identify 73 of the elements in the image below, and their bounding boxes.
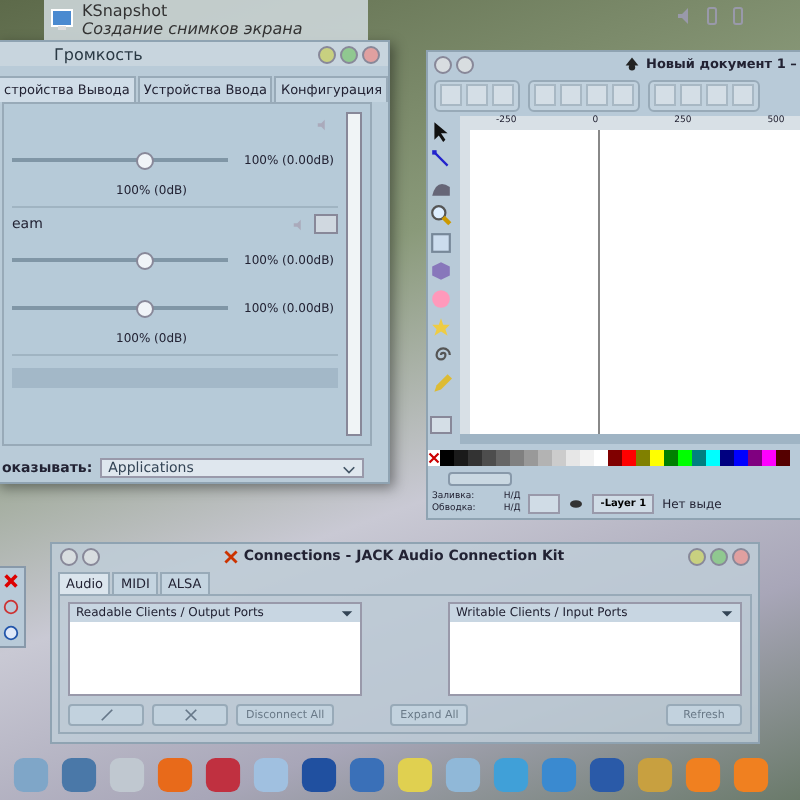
- cube-icon[interactable]: [430, 260, 452, 282]
- caret-icon: [342, 461, 357, 475]
- mute-button[interactable]: [314, 214, 338, 234]
- connector-icon: [223, 549, 238, 563]
- toolbar-button[interactable]: [680, 84, 702, 106]
- rectangle-icon[interactable]: [430, 232, 452, 254]
- app-icon: [624, 56, 640, 72]
- info-icon[interactable]: [2, 624, 20, 642]
- cross-icon: [183, 708, 197, 722]
- color-swatch[interactable]: [552, 450, 566, 466]
- maximize-button[interactable]: [709, 547, 728, 565]
- color-swatch[interactable]: [692, 450, 706, 466]
- color-swatch[interactable]: [762, 450, 776, 466]
- circle-icon[interactable]: [430, 288, 452, 310]
- close-button[interactable]: [362, 45, 380, 63]
- toolbar-button[interactable]: [654, 84, 676, 106]
- minimize-button[interactable]: [318, 45, 336, 63]
- toolbar-button[interactable]: [706, 84, 728, 106]
- color-swatch[interactable]: [706, 450, 720, 466]
- color-swatch[interactable]: [608, 450, 622, 466]
- minimize-button[interactable]: [687, 547, 706, 565]
- color-swatch[interactable]: [720, 450, 734, 466]
- close-button[interactable]: [731, 547, 750, 565]
- color-swatch[interactable]: [580, 450, 594, 466]
- color-swatch[interactable]: [650, 450, 664, 466]
- monitor-icon: [50, 8, 74, 32]
- scrollbar[interactable]: [346, 112, 362, 436]
- zoom-icon[interactable]: [430, 204, 452, 226]
- more-tools-button[interactable]: [430, 416, 452, 434]
- toolbar-button[interactable]: [732, 84, 754, 106]
- color-swatch[interactable]: [510, 450, 524, 466]
- no-color-icon[interactable]: [428, 450, 440, 466]
- toolbar-button[interactable]: [492, 84, 514, 106]
- toolbar-button[interactable]: [440, 84, 462, 106]
- color-swatch[interactable]: [538, 450, 552, 466]
- close-icon[interactable]: [2, 572, 20, 590]
- color-swatch[interactable]: [496, 450, 510, 466]
- color-swatch[interactable]: [524, 450, 538, 466]
- speaker-icon: [292, 217, 306, 231]
- toolbar-button[interactable]: [586, 84, 608, 106]
- color-swatch[interactable]: [566, 450, 580, 466]
- plug-icon: [99, 708, 113, 722]
- toolbar-button[interactable]: [560, 84, 582, 106]
- notification-text: Создание снимков экрана: [82, 20, 303, 38]
- spiral-icon[interactable]: [430, 344, 452, 366]
- toolbar-button[interactable]: [612, 84, 634, 106]
- scrollbar[interactable]: [460, 434, 800, 444]
- pointer-icon[interactable]: [430, 120, 452, 142]
- caret-icon: [340, 606, 354, 620]
- toolbar-button[interactable]: [466, 84, 488, 106]
- color-swatch[interactable]: [776, 450, 790, 466]
- color-swatch[interactable]: [482, 450, 496, 466]
- eye-icon[interactable]: [568, 498, 585, 510]
- color-swatch[interactable]: [594, 450, 608, 466]
- notification-title: KSnapshot: [82, 2, 170, 20]
- window-title: Громкость: [54, 45, 143, 63]
- color-swatch[interactable]: [678, 450, 692, 466]
- color-swatch[interactable]: [454, 450, 468, 466]
- color-swatch[interactable]: [748, 450, 762, 466]
- maximize-button[interactable]: [340, 45, 358, 63]
- star-icon[interactable]: [430, 316, 452, 338]
- color-swatch[interactable]: [440, 450, 454, 466]
- speaker-icon: [316, 117, 330, 131]
- scrollbar[interactable]: [448, 472, 512, 486]
- color-swatch[interactable]: [664, 450, 678, 466]
- color-swatch[interactable]: [622, 450, 636, 466]
- color-swatch[interactable]: [636, 450, 650, 466]
- color-swatch[interactable]: [734, 450, 748, 466]
- node-tool-icon[interactable]: [430, 148, 452, 170]
- color-swatch[interactable]: [468, 450, 482, 466]
- drawing-canvas[interactable]: [470, 130, 800, 434]
- caret-icon: [720, 606, 734, 620]
- toolbar-button[interactable]: [534, 84, 556, 106]
